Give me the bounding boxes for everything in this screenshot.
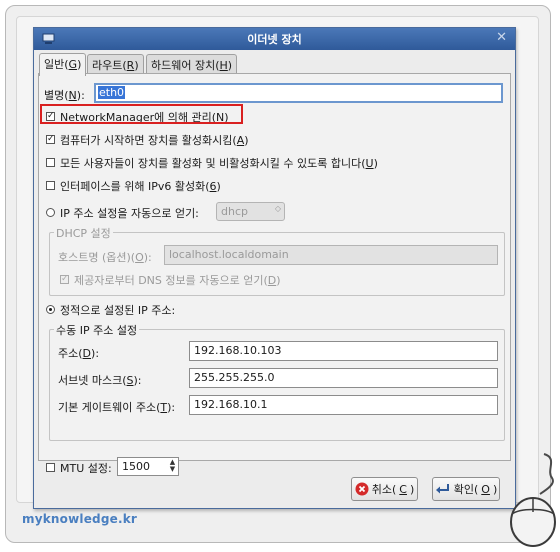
titlebar[interactable]: 이더넷 장치 ✕ <box>34 28 515 50</box>
nickname-label: 별명(N): <box>44 89 85 102</box>
subnet-mask-label: 서브넷 마스크(S): <box>58 374 142 387</box>
checkbox-enable-ipv6-label: 인터페이스를 위해 IPv6 활성화(6) <box>60 180 221 193</box>
enter-arrow-icon <box>435 484 449 494</box>
chevron-updown-icon: ◇ <box>274 204 281 213</box>
default-gateway-label: 기본 게이트웨이 주소(T): <box>58 401 176 414</box>
checkbox-enable-ipv6[interactable] <box>46 181 55 190</box>
nickname-input[interactable]: eth0 <box>94 83 503 103</box>
hostname-label: 호스트명 (옵션)(O): <box>58 251 152 264</box>
manual-ip-group-title: 수동 IP 주소 설정 <box>54 322 140 338</box>
cancel-icon <box>355 482 369 496</box>
checkbox-activate-on-boot[interactable]: ✓ <box>46 135 55 144</box>
ethernet-device-dialog: 이더넷 장치 ✕ 일반(G) 라우트(R) 하드웨어 장치(H) 별명(N): … <box>33 27 516 509</box>
watermark-text: myknowledge.kr <box>22 512 138 526</box>
highlight-annotation <box>40 104 243 124</box>
mtu-label: MTU 설정: <box>60 462 112 475</box>
dhcp-settings-group: DHCP 설정 호스트명 (옵션)(O): localhost.localdom… <box>49 225 505 296</box>
radio-auto-ip-label: IP 주소 설정을 자동으로 얻기: <box>60 207 199 220</box>
subnet-mask-input[interactable]: 255.255.255.0 <box>189 368 498 388</box>
checkbox-mtu[interactable] <box>46 463 55 472</box>
checkbox-allow-all-users[interactable] <box>46 158 55 167</box>
checkbox-activate-on-boot-label: 컴퓨터가 시작하면 장치를 활성화시킴(A) <box>60 134 249 147</box>
dialog-title: 이더넷 장치 <box>247 33 302 46</box>
ip-method-dropdown[interactable]: dhcp ◇ <box>216 202 285 221</box>
ok-button[interactable]: 확인(O) <box>432 477 500 501</box>
radio-auto-ip[interactable] <box>46 208 55 217</box>
address-label: 주소(D): <box>58 347 100 360</box>
checkbox-auto-dns[interactable]: ✓ <box>60 275 69 284</box>
checkbox-auto-dns-label: 제공자로부터 DNS 정보를 자동으로 얻기(D) <box>74 274 281 287</box>
mouse-logo-icon <box>510 453 556 547</box>
address-input[interactable]: 192.168.10.103 <box>189 341 498 361</box>
dhcp-group-title: DHCP 설정 <box>54 225 113 241</box>
close-icon[interactable]: ✕ <box>496 30 507 45</box>
radio-static-ip-label: 정적으로 설정된 IP 주소: <box>60 304 176 317</box>
cancel-button[interactable]: 취소(C) <box>351 477 418 501</box>
spinner-arrows-icon[interactable]: ▲ ▼ <box>168 459 177 473</box>
mtu-spinbox[interactable]: 1500 ▲ ▼ <box>117 457 179 476</box>
general-tab-panel: 별명(N): eth0 ✓ NetworkManager에 의해 관리(N) ✓… <box>38 73 511 476</box>
checkbox-allow-all-users-label: 모든 사용자들이 장치를 활성화 및 비활성화시킬 수 있도록 합니다(U) <box>60 157 378 170</box>
manual-ip-group: 수동 IP 주소 설정 주소(D): 192.168.10.103 서브넷 마스… <box>49 322 505 441</box>
tab-hardware-device[interactable]: 하드웨어 장치(H) <box>146 54 238 75</box>
default-gateway-input[interactable]: 192.168.10.1 <box>189 395 498 415</box>
radio-static-ip[interactable] <box>46 305 55 314</box>
tab-route[interactable]: 라우트(R) <box>87 54 144 75</box>
hostname-input[interactable]: localhost.localdomain <box>164 245 498 265</box>
tab-general[interactable]: 일반(G) <box>39 53 87 76</box>
